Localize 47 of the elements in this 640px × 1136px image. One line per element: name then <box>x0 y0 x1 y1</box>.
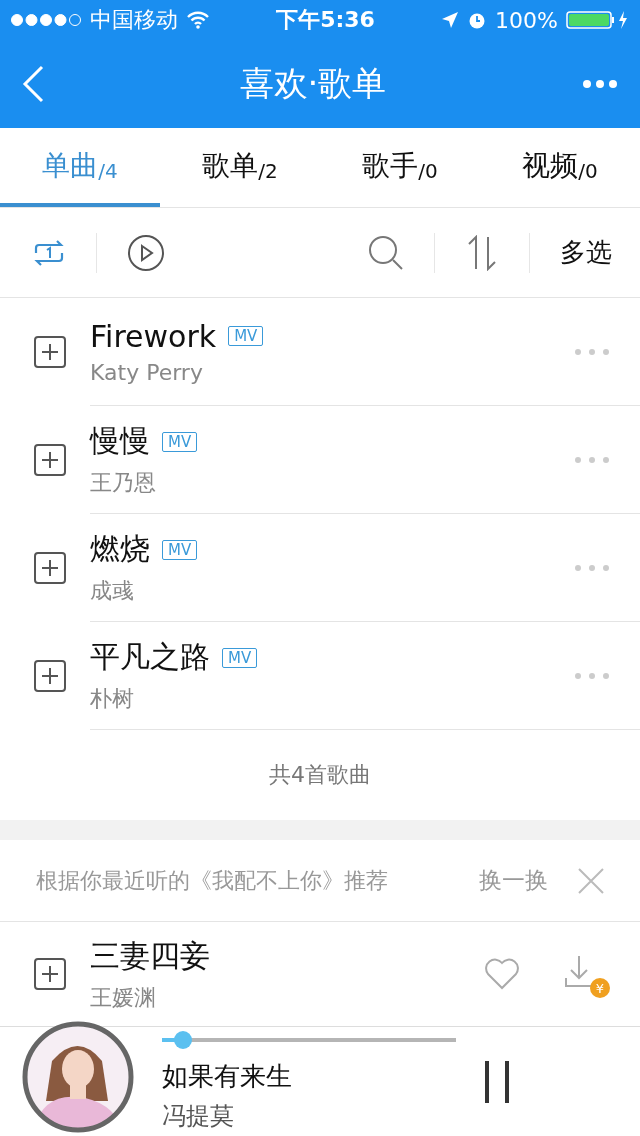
carrier: 中国移动 <box>90 6 178 34</box>
play-icon[interactable] <box>127 233 165 272</box>
wifi-icon <box>186 11 210 29</box>
song-title: 平凡之路 <box>90 638 210 676</box>
add-icon[interactable] <box>34 660 66 692</box>
add-icon[interactable] <box>34 958 66 990</box>
tab[interactable]: 单曲/4 <box>0 128 160 207</box>
location-icon <box>441 11 460 29</box>
now-playing-title: 如果有来生 <box>162 1060 293 1093</box>
song-title: 三妻四妾 <box>90 936 211 975</box>
multi-select-button[interactable]: 多选 <box>560 235 612 270</box>
song-artist: Katy Perry <box>90 359 204 385</box>
tab[interactable]: 歌单/2 <box>160 128 320 207</box>
mv-badge[interactable]: MV <box>162 431 198 452</box>
mv-badge[interactable]: MV <box>162 539 198 560</box>
tab[interactable]: 歌手/0 <box>320 128 480 207</box>
back-icon[interactable] <box>22 65 44 103</box>
refresh-button[interactable]: 换一换 <box>479 865 548 896</box>
more-icon[interactable] <box>582 79 618 89</box>
search-icon[interactable] <box>368 234 404 271</box>
song-artist: 朴树 <box>90 685 135 713</box>
progress-thumb[interactable] <box>173 1031 192 1049</box>
tab[interactable]: 视频/0 <box>480 128 640 207</box>
mv-badge[interactable]: MV <box>222 647 258 668</box>
heart-icon[interactable] <box>484 958 520 990</box>
recommend-text: 根据你最近听的《我配不上你》推荐 <box>36 866 389 895</box>
close-icon[interactable] <box>578 867 604 894</box>
now-playing-artist: 冯提莫 <box>162 1101 235 1132</box>
song-artist: 成彧 <box>90 577 135 605</box>
page-title: 喜欢·歌单 <box>239 62 387 105</box>
mv-badge[interactable]: MV <box>228 326 264 346</box>
song-count: 共4首歌曲 <box>269 761 371 789</box>
song-artist: 王乃恩 <box>90 469 157 497</box>
song-title: 慢慢 <box>90 422 150 460</box>
status-time: 下午5:36 <box>276 6 375 34</box>
paid-badge: ¥ <box>590 978 610 998</box>
repeat-one-icon[interactable] <box>32 238 66 267</box>
battery-charging-icon <box>566 10 630 30</box>
pause-icon[interactable] <box>484 1060 510 1103</box>
add-icon[interactable] <box>34 444 66 476</box>
battery-percent: 100% <box>495 7 558 33</box>
add-icon[interactable] <box>34 336 66 368</box>
song-artist: 王媛渊 <box>90 983 157 1012</box>
song-title: 燃烧 <box>90 530 150 568</box>
signal-icon <box>10 13 82 27</box>
song-title: Firework <box>90 318 217 354</box>
add-icon[interactable] <box>34 552 66 584</box>
